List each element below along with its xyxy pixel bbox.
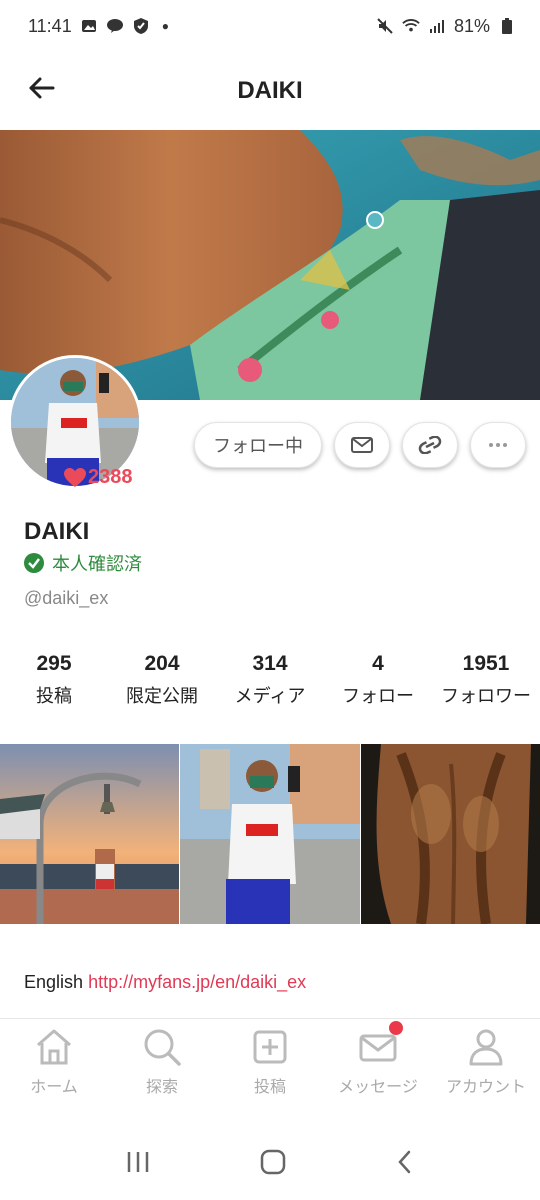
system-nav-bar	[0, 1128, 540, 1200]
stat-value: 1951	[462, 652, 510, 675]
bio-prefix: English	[24, 972, 84, 992]
stat-followers[interactable]: 1951 フォロワー	[432, 652, 540, 708]
stat-value: 4	[372, 652, 384, 675]
page-title: DAIKI	[237, 77, 303, 104]
nav-explore[interactable]: 探索	[108, 1019, 216, 1118]
notification-dot-icon: ●	[161, 19, 169, 33]
nav-post[interactable]: 投稿	[216, 1019, 324, 1118]
media-thumbnail[interactable]	[0, 744, 180, 924]
media-grid	[0, 744, 540, 924]
stat-label: メディア	[234, 686, 306, 706]
share-link-button[interactable]	[402, 422, 458, 468]
battery-percent: 81%	[453, 15, 490, 36]
nav-label: ホーム	[30, 1079, 78, 1096]
more-options-button[interactable]	[470, 422, 526, 468]
unread-badge	[388, 1021, 403, 1035]
nav-account[interactable]: アカウント	[432, 1019, 540, 1118]
stat-value: 295	[36, 652, 72, 675]
nav-label: アカウント	[445, 1079, 526, 1096]
bio-link[interactable]: http://myfans.jp/en/daiki_ex	[88, 972, 306, 992]
chevron-left-icon	[398, 1150, 411, 1173]
app-header: DAIKI	[0, 52, 540, 130]
stat-limited[interactable]: 204 限定公開	[108, 652, 216, 708]
stat-posts[interactable]: 295 投稿	[0, 652, 108, 708]
stat-label: フォロー	[342, 686, 414, 706]
nav-messages[interactable]: メッセージ	[324, 1019, 432, 1118]
stat-following[interactable]: 4 フォロー	[324, 652, 432, 708]
profile-handle: @daiki_ex	[24, 588, 109, 608]
status-time: 11:41	[28, 15, 72, 36]
message-button[interactable]	[334, 422, 390, 468]
likes-count: 2388	[64, 466, 133, 489]
stat-value: 204	[144, 652, 180, 675]
more-icon	[489, 443, 507, 447]
likes-value: 2388	[88, 466, 133, 488]
bio-text: English http://myfans.jp/en/daiki_ex	[24, 972, 306, 993]
search-icon	[144, 1029, 181, 1066]
following-button[interactable]: フォロー中	[194, 422, 322, 468]
signal-icon	[428, 17, 446, 35]
profile-actions: フォロー中	[194, 422, 526, 468]
link-icon	[418, 436, 442, 454]
stat-value: 314	[252, 652, 288, 675]
shield-icon	[132, 17, 150, 35]
heart-icon	[64, 467, 86, 487]
plus-square-icon	[253, 1030, 287, 1064]
bottom-nav: ホーム 探索 投稿 メッセージ アカウント	[0, 1018, 540, 1118]
mute-icon	[376, 17, 394, 35]
recent-apps-button[interactable]	[125, 1150, 151, 1179]
home-system-button[interactable]	[260, 1149, 286, 1180]
wifi-icon	[402, 17, 420, 35]
profile-name: DAIKI	[24, 518, 90, 545]
verified-label: 本人確認済	[52, 554, 142, 574]
stat-label: フォロワー	[441, 686, 531, 706]
nav-label: メッセージ	[338, 1079, 418, 1096]
check-circle-icon	[24, 553, 44, 573]
system-back-button[interactable]	[395, 1149, 415, 1180]
recent-apps-icon	[127, 1151, 148, 1172]
stat-label: 投稿	[36, 686, 72, 706]
verified-badge: 本人確認済	[24, 550, 142, 576]
battery-icon	[498, 17, 516, 35]
gallery-icon	[80, 17, 98, 35]
home-icon	[37, 1029, 71, 1065]
mail-icon	[351, 437, 373, 453]
media-thumbnail[interactable]	[180, 744, 360, 924]
arrow-left-icon	[29, 77, 55, 99]
stat-media[interactable]: 314 メディア	[216, 652, 324, 708]
stat-label: 限定公開	[126, 686, 198, 706]
profile-stats: 295 投稿 204 限定公開 314 メディア 4 フォロー 1951 フォロ…	[0, 652, 540, 708]
status-bar: 11:41 ● 81%	[0, 0, 540, 52]
home-square-icon	[260, 1149, 286, 1174]
back-button[interactable]	[24, 70, 60, 106]
nav-label: 探索	[145, 1079, 178, 1096]
media-thumbnail[interactable]	[360, 744, 540, 924]
line-app-icon	[106, 17, 124, 35]
person-icon	[469, 1029, 503, 1066]
nav-home[interactable]: ホーム	[0, 1019, 108, 1118]
nav-label: 投稿	[253, 1079, 286, 1096]
